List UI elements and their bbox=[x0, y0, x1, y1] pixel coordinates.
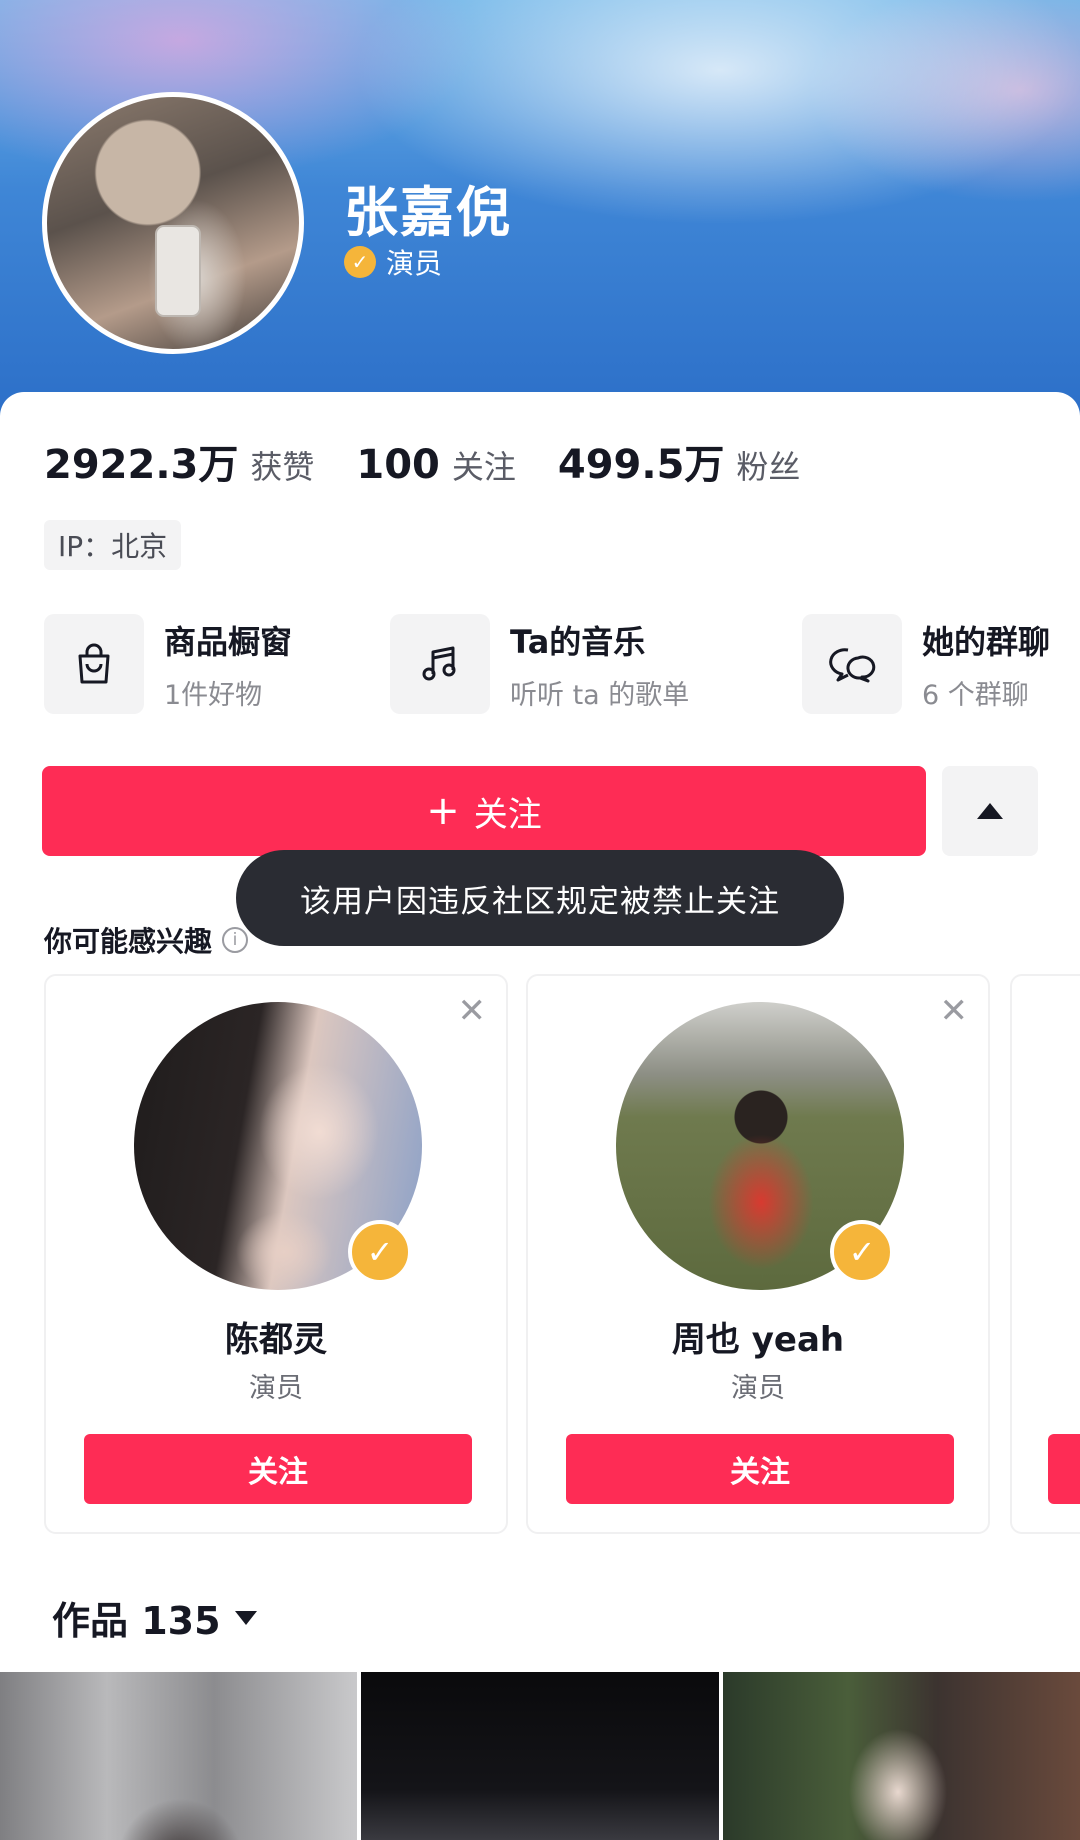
expand-recommendations-button[interactable] bbox=[942, 766, 1038, 856]
feature-group-chat[interactable]: 她的群聊 6 个群聊 bbox=[802, 614, 1050, 714]
suggestion-name[interactable]: 周也 yeah bbox=[528, 1312, 988, 1361]
works-label: 作品 135 bbox=[52, 1599, 221, 1643]
video-thumbnail[interactable] bbox=[361, 1672, 719, 1840]
close-icon[interactable]: ✕ bbox=[940, 994, 969, 1028]
feature-title: 她的群聊 bbox=[922, 622, 1051, 661]
suggestion-card[interactable]: ✕ ✓ 周也 yeah 演员 关注 bbox=[526, 974, 990, 1534]
feature-title: Ta的音乐 bbox=[510, 622, 646, 661]
works-grid bbox=[0, 1672, 1080, 1840]
caret-up-icon bbox=[977, 803, 1003, 819]
follow-button[interactable]: + 关注 bbox=[42, 766, 926, 856]
likes-label[interactable]: 获赞 bbox=[250, 442, 314, 488]
suggestion-follow-button[interactable]: 关注 bbox=[566, 1434, 954, 1504]
profile-avatar[interactable] bbox=[42, 92, 304, 354]
profile-banner: 张嘉倪 ✓ 演员 bbox=[0, 0, 1080, 420]
following-label[interactable]: 关注 bbox=[452, 442, 516, 488]
close-icon[interactable]: ✕ bbox=[458, 994, 487, 1028]
follow-button-label: 关注 bbox=[473, 794, 542, 835]
ip-location-chip: IP：北京 bbox=[44, 520, 182, 570]
feature-entries: 商品橱窗 1件好物 Ta的音乐 听听 ta 的歌单 她的群聊 6 个群聊 bbox=[44, 614, 1080, 718]
suggestion-role: 演员 bbox=[731, 1373, 785, 1404]
verification-row: ✓ 演员 bbox=[344, 242, 442, 282]
chat-bubbles-icon bbox=[802, 614, 902, 714]
plus-icon: + bbox=[426, 788, 460, 834]
shopping-bag-icon bbox=[44, 614, 144, 714]
followers-count[interactable]: 499.5万 bbox=[558, 432, 725, 490]
verified-check-icon: ✓ bbox=[348, 1220, 412, 1284]
video-thumbnail[interactable] bbox=[722, 1672, 1080, 1840]
feature-music[interactable]: Ta的音乐 听听 ta 的歌单 bbox=[390, 614, 689, 714]
suggestion-role: 演员 bbox=[249, 1373, 303, 1404]
suggestions-header: 你可能感兴趣 i bbox=[44, 920, 249, 960]
suggestion-follow-button[interactable]: 关注 bbox=[84, 1434, 472, 1504]
stats-row: 2922.3万 获赞 100 关注 499.5万 粉丝 bbox=[44, 432, 842, 490]
video-thumbnail[interactable] bbox=[0, 1672, 358, 1840]
music-note-icon bbox=[390, 614, 490, 714]
caret-down-icon bbox=[234, 1610, 257, 1625]
suggestions-title: 你可能感兴趣 bbox=[44, 925, 213, 958]
info-icon[interactable]: i bbox=[222, 927, 249, 953]
profile-sheet: 2922.3万 获赞 100 关注 499.5万 粉丝 IP：北京 商品橱窗 1… bbox=[0, 392, 1080, 1840]
suggestion-name[interactable]: 陈都灵 bbox=[46, 1312, 506, 1361]
suggestion-follow-button-peek[interactable] bbox=[1048, 1434, 1080, 1504]
feature-title: 商品橱窗 bbox=[164, 622, 293, 661]
suggestion-card-peek[interactable] bbox=[1010, 974, 1080, 1534]
feature-subtitle: 1件好物 bbox=[164, 679, 263, 711]
following-count[interactable]: 100 bbox=[356, 442, 440, 488]
followers-label[interactable]: 粉丝 bbox=[736, 442, 800, 488]
likes-count[interactable]: 2922.3万 bbox=[44, 432, 238, 490]
feature-subtitle: 听听 ta 的歌单 bbox=[510, 679, 690, 711]
check-badge-icon: ✓ bbox=[344, 246, 376, 278]
suggestion-card[interactable]: ✕ ✓ 陈都灵 演员 关注 bbox=[44, 974, 508, 1534]
works-tab[interactable]: 作品 135 bbox=[52, 1590, 257, 1645]
verified-check-icon: ✓ bbox=[830, 1220, 894, 1284]
profile-name: 张嘉倪 bbox=[344, 181, 512, 244]
verify-label: 演员 bbox=[386, 247, 443, 280]
follow-blocked-toast: 该用户因违反社区规定被禁止关注 bbox=[236, 850, 844, 946]
phone-in-photo bbox=[155, 225, 201, 317]
feature-subtitle: 6 个群聊 bbox=[922, 679, 1029, 711]
feature-shop-window[interactable]: 商品橱窗 1件好物 bbox=[44, 614, 292, 714]
